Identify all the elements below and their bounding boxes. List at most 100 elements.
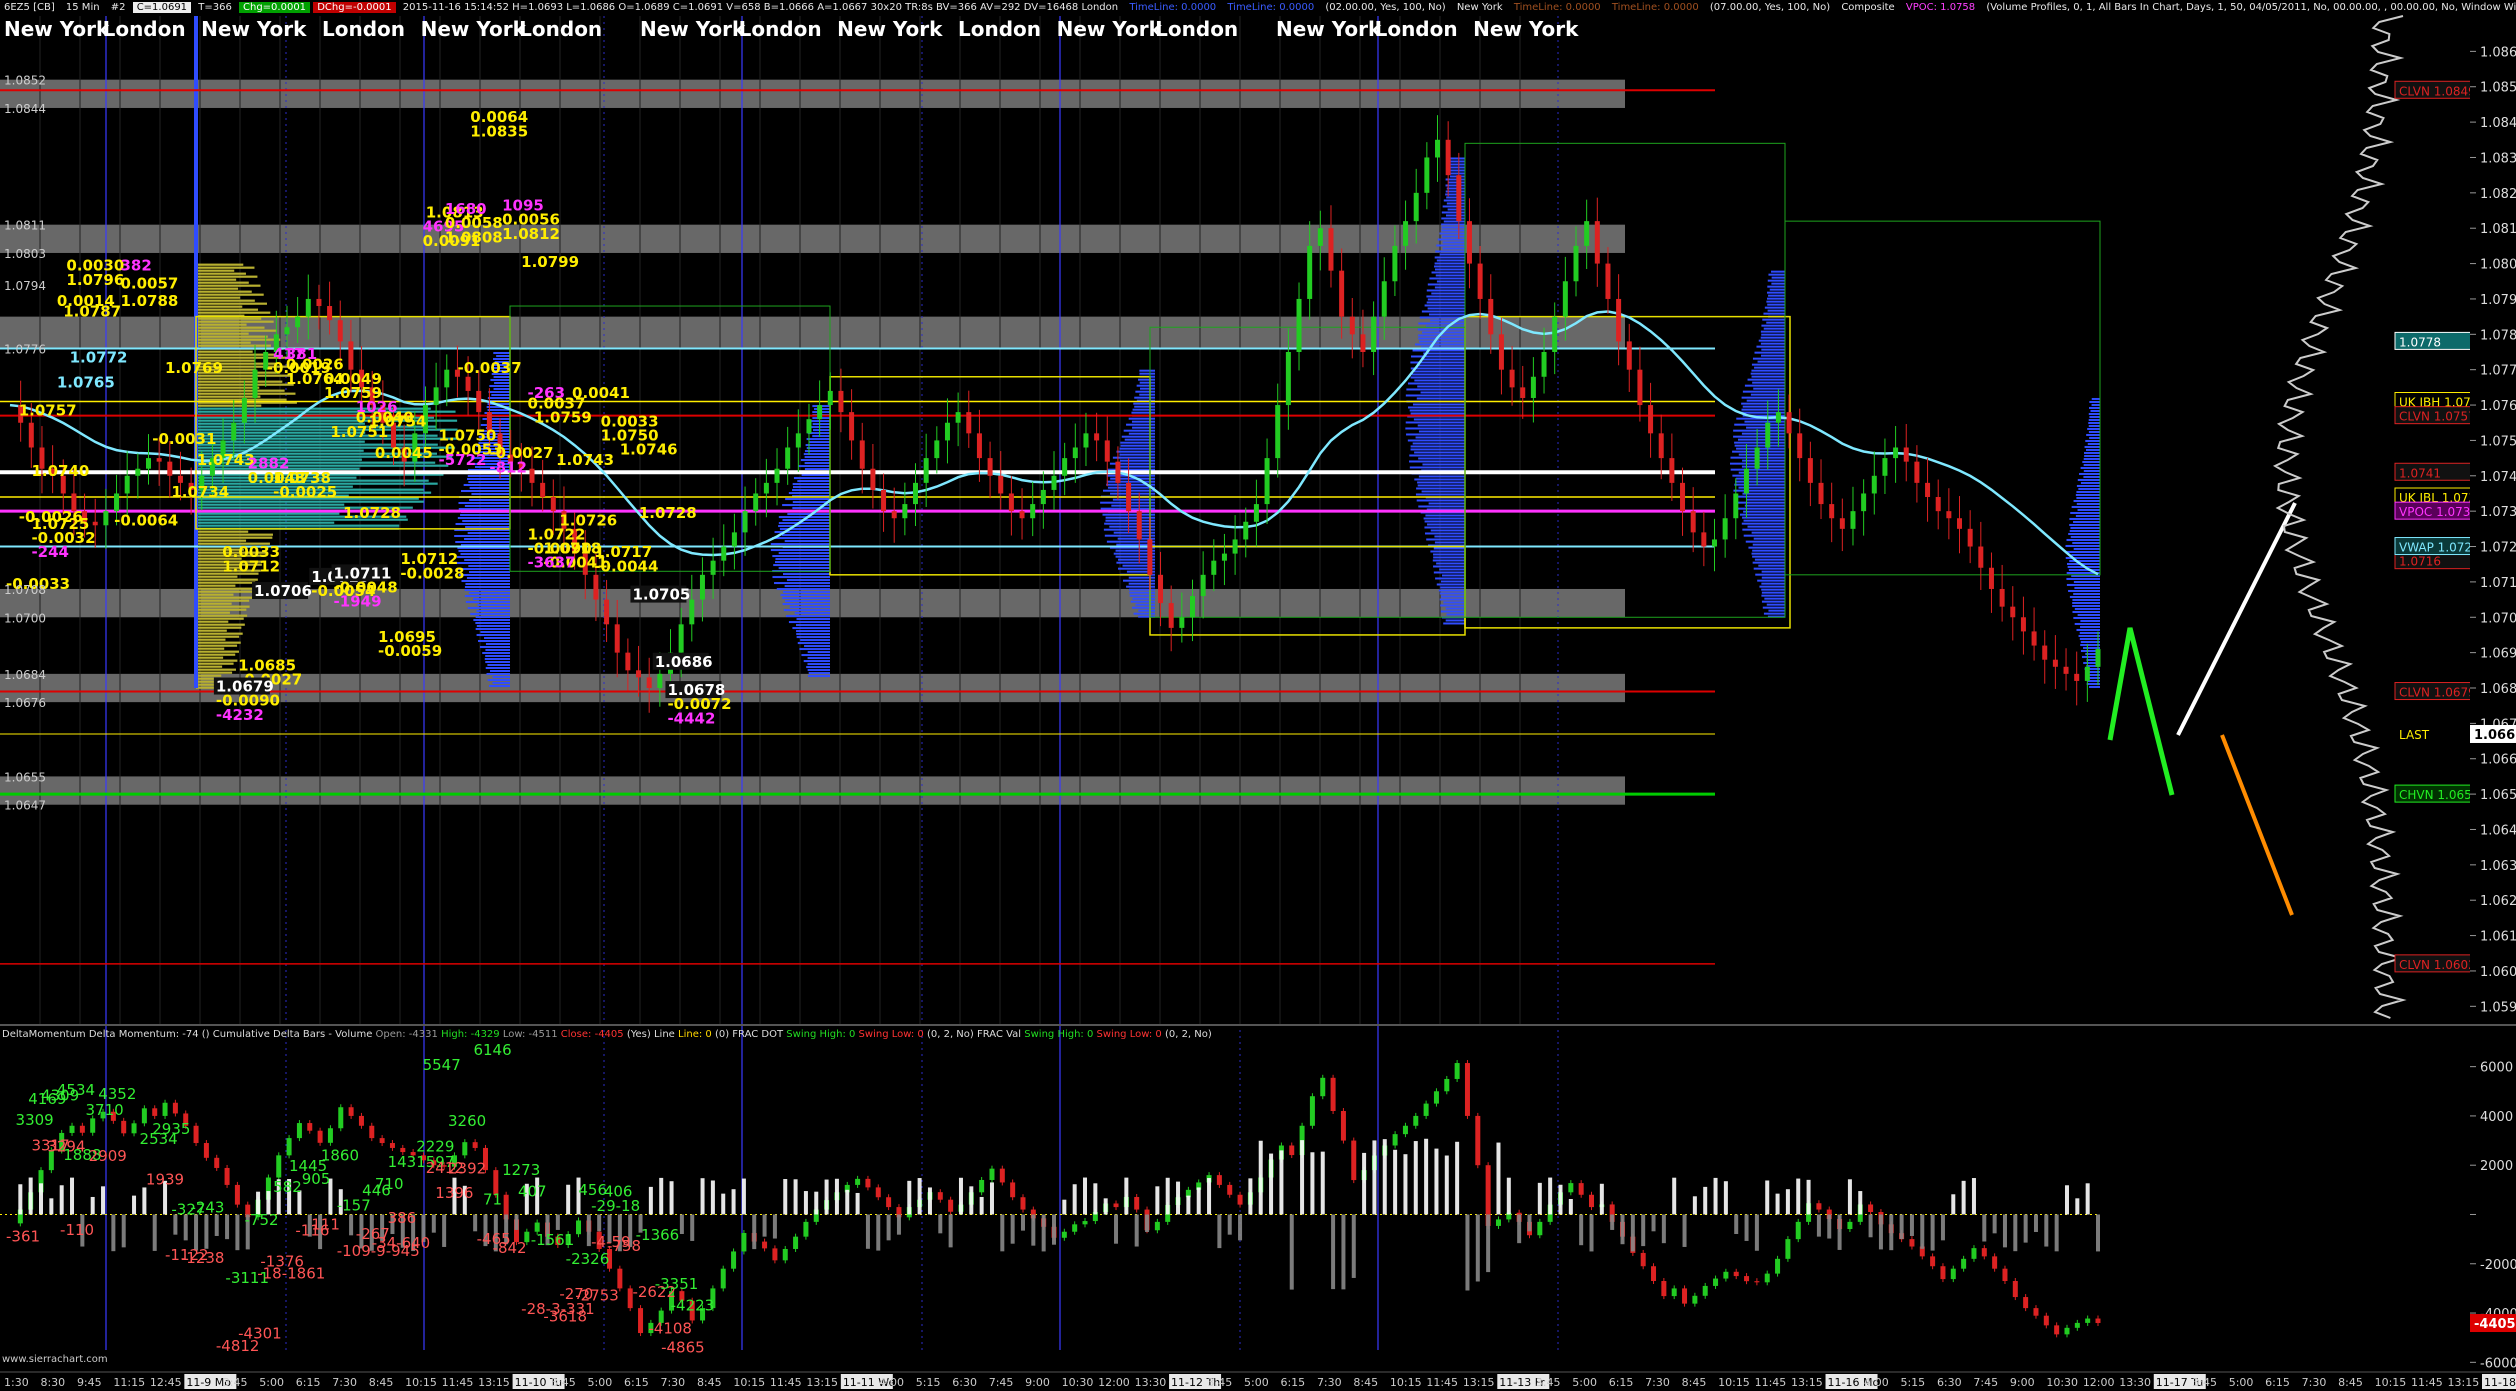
volume-profile-bar (1426, 295, 1465, 298)
volume-profile-bar (1441, 217, 1465, 220)
delta-value-label: 905 (302, 1170, 331, 1188)
delta-candle-body (1309, 1096, 1315, 1126)
candle-body (2095, 649, 2101, 667)
price-axis-label: 1.0800 (2480, 258, 2516, 273)
volume-profile-bar (801, 654, 830, 657)
price-label: 1.0808 (445, 228, 503, 246)
composite-profile-bar (196, 281, 249, 284)
composite-profile-bar (196, 617, 244, 620)
composite-profile-bar (196, 344, 271, 347)
left-level-label: 1.0794 (4, 279, 46, 293)
volume-profile-bar (1745, 540, 1785, 543)
delta-candle-body (234, 1184, 240, 1205)
volume-profile-bar (1410, 445, 1465, 448)
delta-candle-body (1568, 1183, 1574, 1193)
volume-profile-bar (1445, 214, 1465, 217)
time-axis-label: 11:15 (113, 1376, 145, 1389)
volume-profile-bar (2089, 436, 2100, 439)
delta-candle-body (576, 1220, 582, 1235)
volume-profile-bar (1132, 408, 1155, 411)
price-label: 1.0743 (197, 451, 255, 469)
volume-profile-bar (797, 480, 830, 483)
composite-profile-bar (196, 635, 240, 638)
volume-profile-bar (1762, 318, 1785, 321)
volume-profile-bar (807, 651, 830, 654)
candle-body (1115, 461, 1121, 483)
volume-histogram-bar (1351, 1214, 1356, 1278)
candle-body (614, 624, 620, 653)
candle-body (1967, 528, 1973, 547)
composite-profile-bar (196, 599, 250, 602)
volume-profile-bar (1134, 396, 1155, 399)
volume-profile-bar (2080, 625, 2100, 628)
volume-profile-bar (2080, 640, 2100, 643)
time-axis-label: 11:45 (1755, 1376, 1787, 1389)
delta-candle-body (1330, 1077, 1336, 1111)
volume-histogram-bar (49, 1198, 54, 1215)
volume-profile-bar (803, 660, 830, 663)
composite-profile-bar (196, 353, 275, 356)
volume-profile-bar (1434, 265, 1465, 268)
volume-profile-bar (491, 394, 510, 396)
composite-profile-bar (196, 341, 251, 344)
volume-profile-bar (489, 385, 510, 387)
volume-profile-bar (2079, 472, 2100, 475)
candle-body (1296, 298, 1302, 352)
volume-profile-bar (1732, 474, 1785, 477)
volume-profile-bar (1762, 606, 1785, 609)
composite-profile-bar (196, 287, 239, 290)
candle-body (891, 511, 897, 519)
volume-profile-bar (1428, 502, 1465, 505)
orange-projection-line (2220, 734, 2294, 916)
candle-body (1701, 532, 1707, 547)
volume-histogram-bar (1269, 1153, 1274, 1215)
volume-profile-bar (2079, 637, 2100, 640)
composite-profile-bar (196, 329, 277, 332)
volume-profile-bar (1104, 522, 1155, 525)
volume-profile-bar (1433, 547, 1465, 550)
composite-profile-bar (196, 587, 255, 590)
time-axis-label: 9:00 (2010, 1376, 2035, 1389)
delta-candle-body (1589, 1194, 1595, 1208)
volume-histogram-bar (1775, 1193, 1780, 1215)
volume-profile-bar (2088, 412, 2100, 415)
volume-profile-bar (455, 523, 510, 525)
volume-profile-bar (1440, 586, 1465, 589)
volume-profile-bar (461, 490, 510, 492)
composite-profile-bar (196, 284, 261, 287)
left-level-label: 1.0676 (4, 696, 46, 710)
volume-profile-bar (468, 481, 510, 483)
line-zero: Line: 0 (678, 1029, 712, 1040)
volume-profile-bar (458, 550, 510, 552)
delta-candle-body (307, 1123, 313, 1131)
volume-profile-bar (2091, 397, 2100, 400)
time-axis-label: 13:15 (1463, 1376, 1495, 1389)
price-label: 0.0033 (601, 412, 659, 430)
volume-profile-bar (2088, 421, 2100, 424)
volume-profile-bar (1407, 382, 1465, 385)
composite-profile-bar (196, 380, 283, 383)
volume-profile-bar (464, 595, 510, 597)
volume-histogram-bar (969, 1186, 974, 1215)
volume-profile-bar (1766, 603, 1785, 606)
volume-histogram-bar (896, 1214, 901, 1235)
volume-profile-bar (2069, 517, 2100, 520)
volume-profile-bar (1423, 352, 1465, 355)
price-axis-label: 1.0760 (2480, 399, 2516, 414)
delta-candle-body (989, 1168, 995, 1180)
volume-profile-bar (782, 597, 830, 600)
volume-profile-bar (1412, 373, 1465, 376)
volume-profile-bar (788, 621, 830, 624)
delta-candle-body (1423, 1103, 1429, 1116)
volume-profile-bar (1431, 271, 1465, 274)
volume-profile-bar (1761, 324, 1785, 327)
volume-profile-bar (2072, 541, 2100, 544)
candle-body (2031, 631, 2037, 646)
volume-profile-bar (1434, 262, 1465, 265)
delta-candle-body (1227, 1184, 1233, 1195)
candle-body (1573, 245, 1579, 282)
price-label: 0.0057 (120, 274, 178, 292)
price-chart-svg[interactable]: New YorkLondon New York London New YorkLond… (0, 0, 2516, 1391)
volume-profile-bar (1425, 514, 1465, 517)
volume-profile-bar (1443, 220, 1465, 223)
